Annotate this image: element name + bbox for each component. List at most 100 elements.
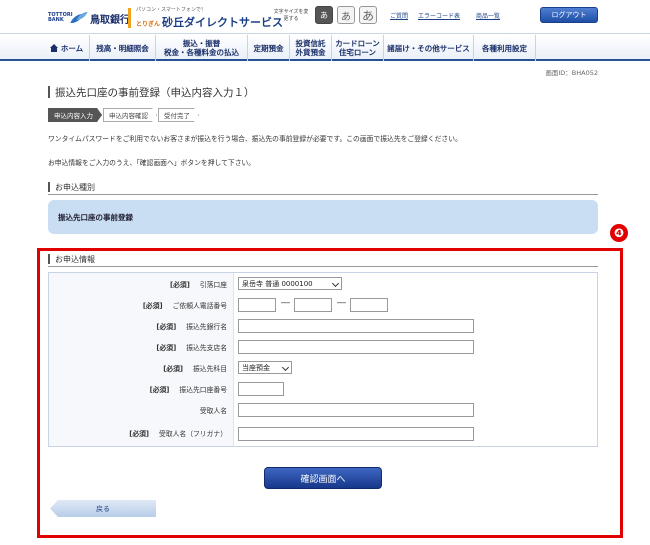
phone-separator: ― (281, 298, 290, 308)
form-row-bank-name: [必須] 振込先銀行名 (49, 315, 597, 336)
bank-logo[interactable]: TOTTORI BANK 鳥取銀行 (48, 9, 130, 27)
fontsize-small-button[interactable]: あ (315, 6, 333, 24)
main-nav: ホーム 残高・明細照会 振込・振替 税金・各種料金の払込 定期預金 投資信託 外… (0, 35, 650, 61)
fontsize-medium-button[interactable]: あ (337, 6, 355, 24)
nav-settings-label: 各種利用設定 (482, 43, 527, 53)
form-label: [必須] 引落口座 (49, 273, 233, 294)
help-link[interactable]: ご質問 (390, 11, 408, 20)
step-complete: 受付完了 (158, 108, 199, 122)
withdraw-account-label: 引落口座 (199, 280, 227, 289)
application-info-title: お申込情報 (48, 254, 95, 264)
nav-investment[interactable]: 投資信託 外貨預金 (290, 35, 332, 61)
nav-time-deposit-label: 定期預金 (253, 43, 284, 53)
service-title: 砂丘ダイレクトサービス (162, 16, 284, 29)
service-prefix: とりぎん (136, 21, 161, 28)
bank-name-input[interactable] (238, 319, 474, 333)
nav-settings[interactable]: 各種利用設定 (474, 35, 536, 61)
confirm-button[interactable]: 確認画面へ (264, 467, 382, 489)
fontsize-label: 文字サイズを変更する (273, 9, 309, 22)
fontsize-large-button[interactable]: あ (359, 6, 377, 24)
form-field (233, 336, 597, 357)
form-field (233, 399, 597, 420)
nav-balance-label: 残高・明細照会 (96, 43, 149, 53)
nav-loan[interactable]: カードローン 住宅ローン (332, 35, 384, 61)
section-divider (48, 266, 598, 267)
branch-name-input[interactable] (238, 340, 474, 354)
required-mark: [必須] (163, 364, 184, 373)
logout-button[interactable]: ログアウト (540, 7, 598, 23)
recipient-name-input[interactable] (238, 403, 474, 417)
form-label: [必須] 受取人名（フリガナ） (49, 420, 233, 446)
bank-name-label: 振込先銀行名 (186, 322, 227, 331)
nav-home-label: ホーム (60, 43, 84, 53)
withdraw-account-select[interactable]: 泉岳寺 普通 0000100 (238, 277, 342, 290)
annotation-badge: ❹ (610, 224, 628, 242)
nav-other-services[interactable]: 諸届け・その他サービス (384, 35, 474, 61)
home-icon (49, 44, 59, 52)
service-accent-bar (128, 8, 131, 28)
nav-loan-label: カードローン 住宅ローン (335, 39, 380, 57)
nav-other-services-label: 諸届け・その他サービス (387, 43, 470, 53)
form-label: [必須] 振込先銀行名 (49, 315, 233, 336)
form-row-recipient-name: 受取人名 (49, 399, 597, 420)
account-number-input[interactable] (238, 382, 284, 396)
header: TOTTORI BANK 鳥取銀行 パソコン・スマートフォンで！ とりぎん 砂丘ダ… (0, 0, 650, 34)
phone-exchange-input[interactable] (294, 298, 332, 312)
form-field (233, 315, 597, 336)
form-row-phone: [必須] ご依頼人電話番号 ― ― (49, 294, 597, 315)
branch-name-label: 振込先支店名 (186, 343, 227, 352)
account-type-select[interactable]: 当座預金 (238, 361, 292, 374)
account-number-label: 振込先口座番号 (179, 385, 227, 394)
back-button[interactable]: 戻る (50, 500, 156, 517)
recipient-kana-input[interactable] (238, 427, 474, 441)
step-confirm: 申込内容確認 (103, 108, 157, 122)
form-label: 受取人名 (49, 399, 233, 420)
step-input: 申込内容入力 (48, 108, 102, 122)
application-type-value: 振込先口座の事前登録 (58, 212, 133, 222)
nav-time-deposit[interactable]: 定期預金 (248, 35, 290, 61)
phone-label: ご依頼人電話番号 (172, 301, 227, 310)
form-label: [必須] 振込先口座番号 (49, 378, 233, 399)
required-mark: [必須] (129, 430, 150, 438)
chevron-down-icon (281, 363, 290, 372)
description-line-1: ワンタイムパスワードをご利用でないお客さまが振込を行う場合、振込先の事前登録が必… (48, 135, 462, 143)
phone-number-input[interactable] (350, 298, 388, 312)
account-type-label: 振込先科目 (193, 364, 227, 373)
bank-wing-icon (72, 12, 88, 24)
required-mark: [必須] (149, 385, 170, 394)
product-list-link[interactable]: 商品一覧 (476, 11, 500, 20)
screen-id: 画面ID：BHA052 (545, 69, 598, 77)
error-code-link[interactable]: エラーコード表 (418, 11, 460, 20)
required-mark: [必須] (142, 301, 163, 310)
chevron-down-icon (331, 279, 340, 288)
form-field (233, 420, 597, 446)
recipient-kana-label: 受取人名（フリガナ） (159, 430, 227, 438)
form-field: 泉岳寺 普通 0000100 (233, 273, 597, 294)
step-indicator: 申込内容入力 申込内容確認 受付完了 (48, 108, 200, 122)
service-subtitle: パソコン・スマートフォンで！ (136, 7, 206, 13)
required-mark: [必須] (156, 322, 177, 331)
service-name: とりぎん 砂丘ダイレクトサービス (136, 14, 283, 30)
form-field (233, 378, 597, 399)
form-row-withdraw-account: [必須] 引落口座 泉岳寺 普通 0000100 (49, 273, 597, 294)
form-row-branch-name: [必須] 振込先支店名 (49, 336, 597, 357)
form-label: [必須] 振込先科目 (49, 357, 233, 378)
application-type-title: お申込種別 (48, 182, 95, 192)
nav-balance[interactable]: 残高・明細照会 (90, 35, 156, 61)
withdraw-account-value: 泉岳寺 普通 0000100 (242, 279, 313, 288)
nav-transfer[interactable]: 振込・振替 税金・各種料金の払込 (156, 35, 248, 61)
form-field: ― ― (233, 294, 597, 315)
form-row-recipient-kana: [必須] 受取人名（フリガナ） (49, 420, 597, 446)
page-title: 振込先口座の事前登録（申込内容入力１） (48, 86, 255, 99)
required-mark: [必須] (156, 343, 177, 352)
nav-home[interactable]: ホーム (44, 35, 90, 61)
description-line-2: お申込情報をご入力のうえ、「確認画面へ」ボタンを押して下さい。 (48, 159, 256, 167)
form-label: [必須] ご依頼人電話番号 (49, 294, 233, 315)
nav-investment-label: 投資信託 外貨預金 (295, 39, 326, 57)
nav-transfer-label: 振込・振替 税金・各種料金の払込 (164, 39, 239, 57)
bank-logo-text: TOTTORI BANK (48, 12, 73, 23)
section-divider (48, 194, 598, 195)
form-row-account-number: [必須] 振込先口座番号 (49, 378, 597, 399)
phone-area-input[interactable] (238, 298, 276, 312)
account-type-value: 当座預金 (242, 363, 270, 372)
